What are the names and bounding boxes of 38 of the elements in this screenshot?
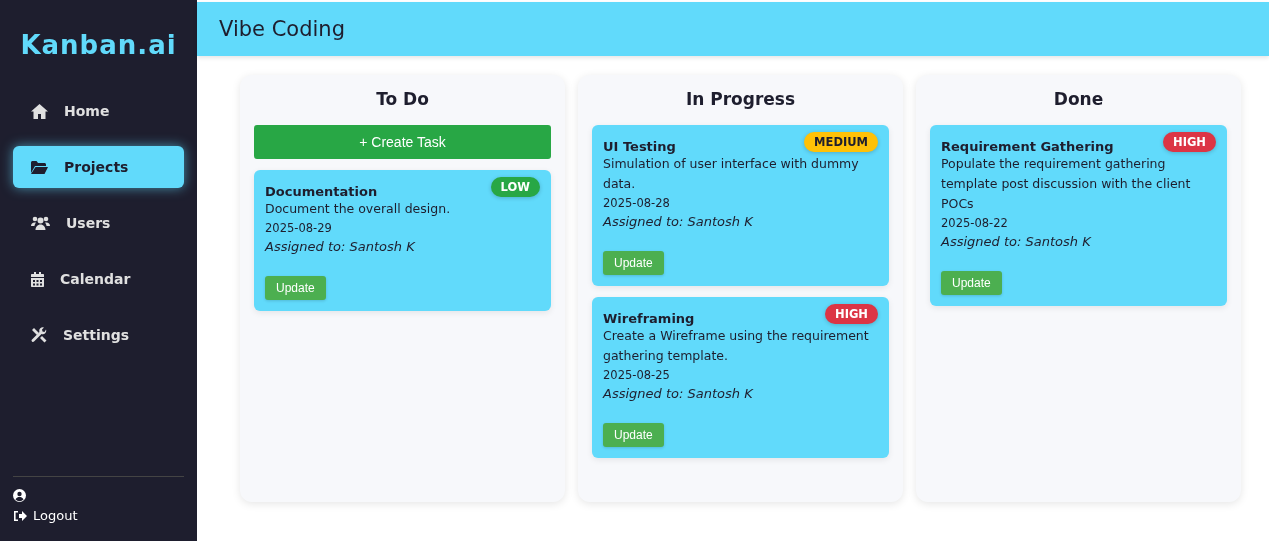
- nav-item[interactable]: Users: [13, 202, 184, 244]
- nav-item[interactable]: Calendar: [13, 258, 184, 300]
- nav-item[interactable]: Settings: [13, 314, 184, 356]
- logout-link[interactable]: Logout: [13, 508, 184, 523]
- column-title: In Progress: [684, 89, 797, 109]
- home-icon: [31, 103, 48, 119]
- task-assignee: Assigned to: Santosh K: [265, 239, 416, 254]
- column-title: To Do: [375, 89, 430, 109]
- task-description: Simulation of user interface with dummy data.: [603, 155, 860, 193]
- task-description: Create a Wireframe using the requirement gathering template.: [603, 327, 870, 365]
- task-date: 2025-08-29: [265, 221, 333, 235]
- priority-badge: HIGH: [1163, 132, 1216, 152]
- users-icon: [31, 216, 50, 230]
- calendar-icon: [31, 271, 44, 287]
- task-date: 2025-08-28: [603, 196, 671, 210]
- task-assignee: Assigned to: Santosh K: [603, 386, 754, 401]
- priority-badge: LOW: [490, 177, 540, 197]
- priority-badge: MEDIUM: [804, 132, 878, 152]
- task-date: 2025-08-25: [603, 368, 671, 382]
- app-logo: Kanban.ai: [19, 30, 178, 60]
- task-title: Documentation: [265, 184, 378, 199]
- task-description: Populate the requirement gathering template post discussion with the client POCs: [941, 155, 1192, 213]
- page-title: Vibe Coding: [219, 17, 345, 41]
- nav-item[interactable]: Projects: [13, 146, 184, 188]
- task-date: 2025-08-22: [941, 216, 1009, 230]
- logout-icon: [13, 509, 27, 522]
- task-assignee: Assigned to: Santosh K: [603, 214, 754, 229]
- priority-badge: HIGH: [825, 304, 878, 324]
- task-title: Wireframing: [603, 311, 695, 326]
- folder-icon: [31, 160, 48, 174]
- task-title: UI Testing: [603, 139, 676, 154]
- column-title: Done: [1052, 89, 1105, 109]
- task-title: Requirement Gathering: [941, 139, 1114, 154]
- tools-icon: [31, 327, 47, 343]
- nav-item[interactable]: Home: [13, 90, 184, 132]
- user-icon: [13, 489, 26, 502]
- task-description: Document the overall design.: [265, 200, 452, 218]
- task-assignee: Assigned to: Santosh K: [941, 234, 1092, 249]
